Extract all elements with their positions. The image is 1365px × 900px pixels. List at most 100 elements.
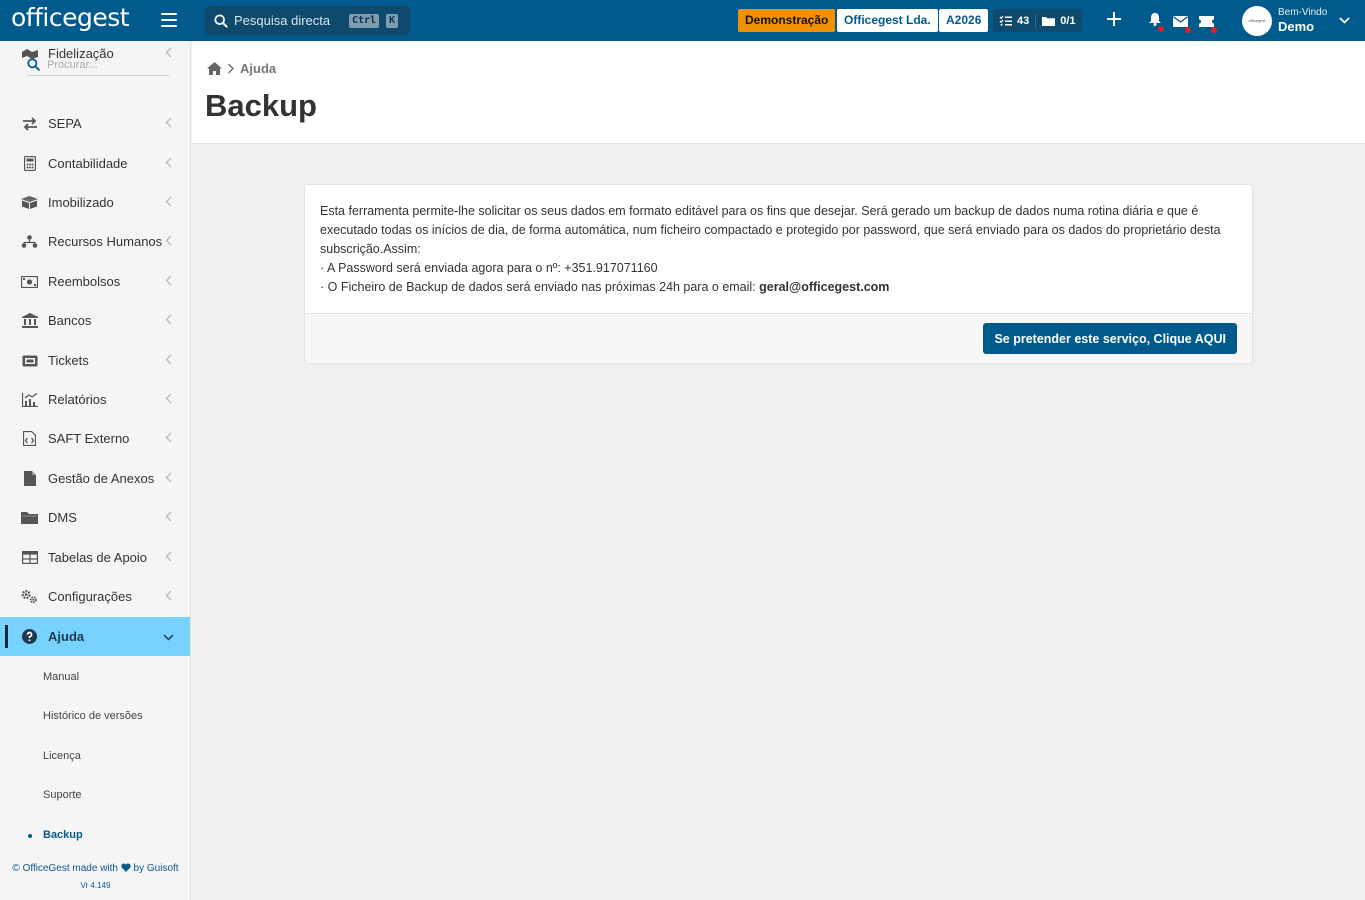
- divider: [1035, 13, 1037, 28]
- breadcrumb-current[interactable]: Ajuda: [240, 61, 276, 76]
- year-selector[interactable]: A2026: [939, 9, 989, 32]
- sidebar-item-tabelas-de-apoio[interactable]: Tabelas de Apoio: [0, 538, 190, 577]
- sidebar-item-contabilidade[interactable]: Contabilidade: [0, 144, 190, 183]
- search-placeholder: Pesquisa directa: [234, 13, 331, 28]
- sidebar-item-recursos-humanos[interactable]: Recursos Humanos: [0, 222, 190, 261]
- global-search-input[interactable]: Pesquisa directa Ctrl K: [205, 6, 410, 35]
- submenu-item-manual[interactable]: Manual: [43, 671, 79, 683]
- table-icon: [21, 549, 38, 566]
- sidebar-item-label: SAFT Externo: [48, 431, 130, 446]
- sidebar-item-bancos[interactable]: Bancos: [0, 301, 190, 340]
- sidebar-item-sepa[interactable]: SEPA: [0, 104, 190, 143]
- sidebar-item-configuracoes[interactable]: Configurações: [0, 577, 190, 616]
- chevron-left-icon: [165, 115, 172, 133]
- sidebar-item-label: Bancos: [48, 313, 92, 328]
- notification-dot: [1158, 26, 1164, 32]
- page-title: Backup: [205, 88, 317, 123]
- avatar: officegest: [1242, 5, 1272, 36]
- search-icon: [214, 13, 228, 28]
- backup-email: geral@officegest.com: [759, 280, 890, 294]
- sidebar-item-label: Ajuda: [48, 629, 85, 644]
- file-icon: [21, 470, 38, 487]
- footer-text-pre: © OfficeGest made with: [12, 863, 118, 874]
- card-footer: Se pretender este serviço, Clique AQUI: [305, 313, 1252, 363]
- transfer-icon: [21, 115, 38, 132]
- shortcut-k-key: K: [386, 14, 399, 28]
- app-version: Vr 4.149: [80, 881, 111, 890]
- user-name: Demo: [1278, 19, 1315, 34]
- sidebar-item-label: Tickets: [48, 353, 89, 368]
- bank-icon: [21, 312, 38, 329]
- sidebar-item-tickets[interactable]: Tickets: [0, 341, 190, 380]
- tickets-button[interactable]: [1199, 14, 1217, 33]
- sidebar-item-label: Fidelização: [48, 46, 114, 61]
- password-info: · A Password será enviada agora para o n…: [320, 261, 658, 275]
- notification-dot: [1211, 27, 1217, 33]
- home-icon[interactable]: [207, 62, 222, 75]
- sidebar-item-label: Gestão de Anexos: [48, 471, 155, 486]
- sidebar-item-relatorios[interactable]: Relatórios: [0, 380, 190, 419]
- folder-icon: [21, 509, 38, 526]
- chevron-left-icon: [165, 273, 172, 291]
- footer-text-post[interactable]: by Guisoft: [134, 863, 179, 874]
- shortcut-ctrl-key: Ctrl: [349, 14, 380, 28]
- submenu-item-backup[interactable]: Backup: [43, 829, 83, 841]
- sidebar-item-label: Relatórios: [48, 392, 107, 407]
- request-backup-button[interactable]: Se pretender este serviço, Clique AQUI: [983, 323, 1237, 354]
- messages-button[interactable]: [1173, 14, 1191, 33]
- sidebar-item-reembolsos[interactable]: Reembolsos: [0, 262, 190, 301]
- email-info-text: · O Ficheiro de Backup de dados será env…: [320, 280, 760, 294]
- heart-icon: [121, 863, 131, 872]
- hamburger-icon-line: [161, 13, 177, 15]
- chevron-left-icon: [165, 588, 172, 606]
- sidebar-item-label: Imobilizado: [48, 195, 114, 210]
- company-selector[interactable]: Officegest Lda.: [837, 9, 938, 32]
- sidebar-item-label: Reembolsos: [48, 274, 121, 289]
- sidebar-item-label: Configurações: [48, 589, 132, 604]
- notification-dot: [1185, 27, 1191, 33]
- gears-icon: [21, 588, 38, 605]
- sidebar-item-dms[interactable]: DMS: [0, 498, 190, 537]
- ticket-icon: [1199, 16, 1214, 27]
- submenu-item-version-history[interactable]: Histórico de versões: [43, 710, 143, 722]
- sidebar-item-saft-externo[interactable]: SAFT Externo: [0, 419, 190, 458]
- menu-toggle-button[interactable]: [161, 13, 177, 27]
- current-item-dot: [28, 834, 32, 838]
- notifications-button[interactable]: [1149, 13, 1164, 32]
- folder-icon: [1042, 17, 1056, 26]
- chevron-left-icon: [165, 470, 172, 488]
- chevron-left-icon: [165, 233, 172, 251]
- tasks-counter[interactable]: 43: [999, 15, 1029, 27]
- chevron-left-icon: [165, 352, 172, 370]
- demo-badge[interactable]: Demonstração: [738, 9, 836, 32]
- chevron-right-icon: [227, 63, 235, 74]
- hamburger-icon-line: [161, 19, 177, 21]
- calculator-icon: [21, 155, 38, 172]
- chevron-left-icon: [165, 155, 172, 173]
- hamburger-icon-line: [161, 25, 177, 27]
- chevron-left-icon: [165, 45, 172, 63]
- chevron-left-icon: [165, 312, 172, 330]
- sidebar-item-label: Tabelas de Apoio: [48, 550, 148, 565]
- file-code-icon: [21, 430, 38, 447]
- submenu-item-license[interactable]: Licença: [43, 750, 81, 762]
- sidebar-item-gestao-de-anexos[interactable]: Gestão de Anexos: [0, 459, 190, 498]
- sidebar-item-imobilizado[interactable]: Imobilizado: [0, 183, 190, 222]
- sidebar-footer: © OfficeGest made with by Guisoft: [0, 863, 190, 874]
- user-menu[interactable]: officegest Bem-Vindo Demo: [1242, 5, 1350, 36]
- active-indicator: [5, 625, 8, 648]
- tasks-count: 43: [1017, 14, 1030, 27]
- add-icon[interactable]: [1107, 12, 1121, 26]
- app-logo[interactable]: officegest: [11, 3, 130, 32]
- welcome-text: Bem-Vindo: [1278, 7, 1328, 18]
- sidebar-item-fidelizacao[interactable]: Fidelização: [0, 41, 190, 73]
- docs-counter[interactable]: 0/1: [1042, 15, 1076, 27]
- submenu-item-support[interactable]: Suporte: [43, 789, 82, 801]
- chevron-left-icon: [165, 430, 172, 448]
- chevron-left-icon: [165, 509, 172, 527]
- sidebar-item-label: SEPA: [48, 116, 82, 131]
- help-icon: [21, 628, 38, 645]
- sidebar-item-ajuda[interactable]: Ajuda: [0, 617, 190, 656]
- bell-icon: [1149, 13, 1161, 26]
- task-list-icon: [999, 15, 1012, 26]
